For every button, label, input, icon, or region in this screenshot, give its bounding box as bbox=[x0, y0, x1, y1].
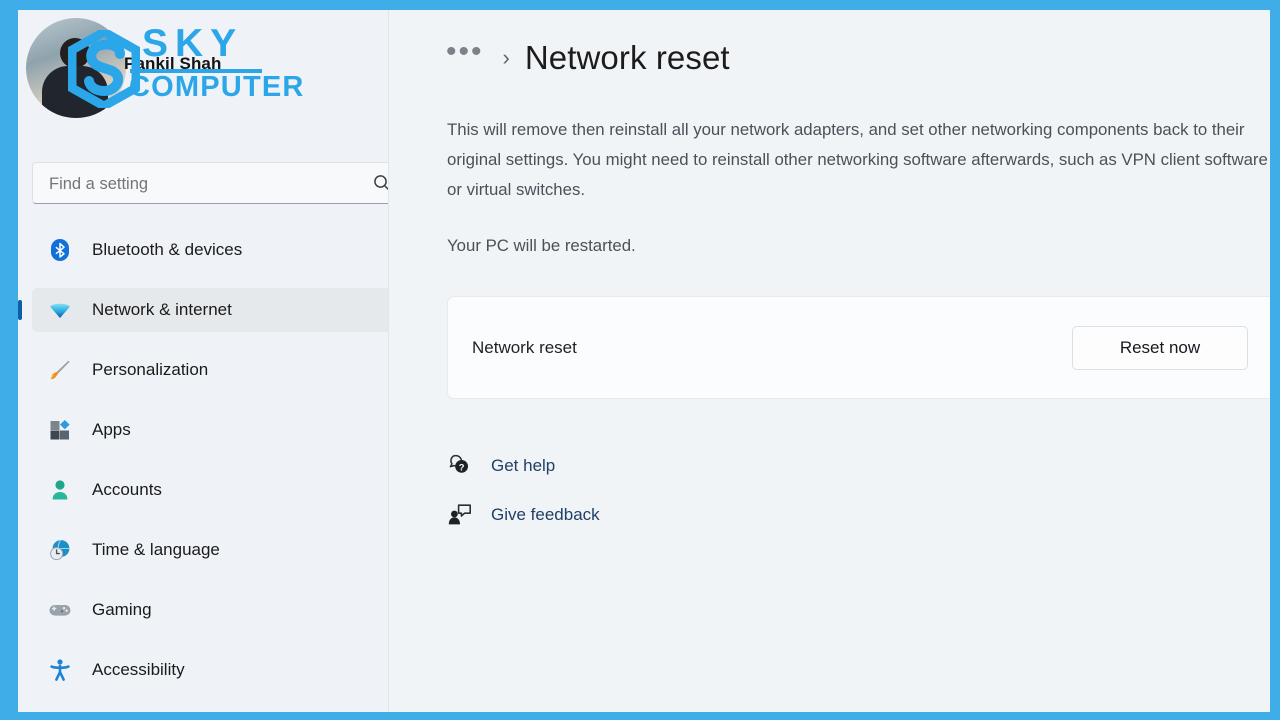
restart-note: Your PC will be restarted. bbox=[447, 236, 636, 255]
avatar-body bbox=[42, 66, 108, 118]
page-title: Network reset bbox=[524, 39, 730, 76]
chevron-right-icon: › bbox=[502, 45, 510, 70]
main-content: ••• › Network reset This will remove the… bbox=[389, 10, 1270, 712]
sidebar-item-label: Bluetooth & devices bbox=[92, 240, 243, 259]
page-description: This will remove then reinstall all your… bbox=[447, 120, 1268, 199]
account-name: Pankil Shah bbox=[124, 54, 222, 73]
svg-text:?: ? bbox=[459, 461, 465, 472]
watermark-frame: Pankil Shah SKY COMPUTER Find a setting … bbox=[0, 0, 1280, 720]
settings-sidebar: Pankil Shah SKY COMPUTER Find a setting … bbox=[18, 10, 406, 712]
account-block[interactable]: Pankil Shah bbox=[18, 10, 389, 130]
sidebar-item-label: Personalization bbox=[92, 360, 209, 379]
help-question-icon: ? bbox=[449, 454, 468, 473]
breadcrumb: ••• › Network reset bbox=[446, 32, 730, 84]
sidebar-item-personalization[interactable]: Personalization bbox=[32, 348, 406, 392]
sidebar-item-label: Time & language bbox=[92, 540, 220, 559]
give-feedback-link[interactable]: Give feedback bbox=[447, 500, 600, 530]
feedback-person-icon bbox=[448, 504, 471, 525]
breadcrumb-overflow-button[interactable]: ••• bbox=[446, 37, 484, 67]
settings-window: Pankil Shah SKY COMPUTER Find a setting … bbox=[18, 10, 1270, 712]
help-link-label: Give feedback bbox=[491, 505, 600, 524]
sidebar-item-label: Accounts bbox=[92, 480, 162, 499]
paintbrush-icon bbox=[50, 360, 70, 380]
sidebar-item-time-language[interactable]: Time & language bbox=[32, 528, 406, 572]
sidebar-item-network-internet[interactable]: Network & internet bbox=[18, 288, 406, 332]
bluetooth-icon bbox=[51, 239, 69, 261]
sidebar-item-apps[interactable]: Apps bbox=[32, 408, 406, 452]
search-input[interactable] bbox=[47, 163, 351, 205]
sidebar-item-label: Network & internet bbox=[92, 300, 232, 319]
sidebar-item-label: Accessibility bbox=[92, 660, 185, 679]
apps-icon bbox=[50, 420, 70, 440]
selected-accent-bar bbox=[18, 300, 22, 320]
gamepad-icon bbox=[49, 605, 71, 616]
get-help-link[interactable]: ? Get help bbox=[447, 451, 555, 481]
search-box[interactable] bbox=[32, 162, 406, 205]
sidebar-item-accounts[interactable]: Accounts bbox=[32, 468, 406, 512]
avatar-head bbox=[60, 38, 90, 68]
sidebar-nav: Bluetooth & devices Network & internet P… bbox=[18, 224, 406, 712]
network-reset-card-label: Network reset bbox=[472, 338, 577, 357]
sidebar-item-label: Apps bbox=[92, 420, 131, 439]
wifi-icon bbox=[50, 303, 70, 318]
avatar[interactable] bbox=[26, 18, 126, 118]
sidebar-item-gaming[interactable]: Gaming bbox=[32, 588, 406, 632]
accessibility-icon bbox=[50, 659, 70, 681]
network-reset-card: Network reset Reset now bbox=[447, 296, 1270, 399]
sidebar-item-label: Gaming bbox=[92, 600, 152, 619]
clock-globe-icon bbox=[50, 539, 70, 561]
sidebar-item-accessibility[interactable]: Accessibility bbox=[32, 648, 406, 692]
sidebar-item-bluetooth-devices[interactable]: Bluetooth & devices bbox=[32, 228, 406, 272]
help-link-label: Get help bbox=[491, 456, 556, 475]
reset-now-button[interactable]: Reset now bbox=[1072, 326, 1248, 370]
person-icon bbox=[52, 480, 68, 500]
